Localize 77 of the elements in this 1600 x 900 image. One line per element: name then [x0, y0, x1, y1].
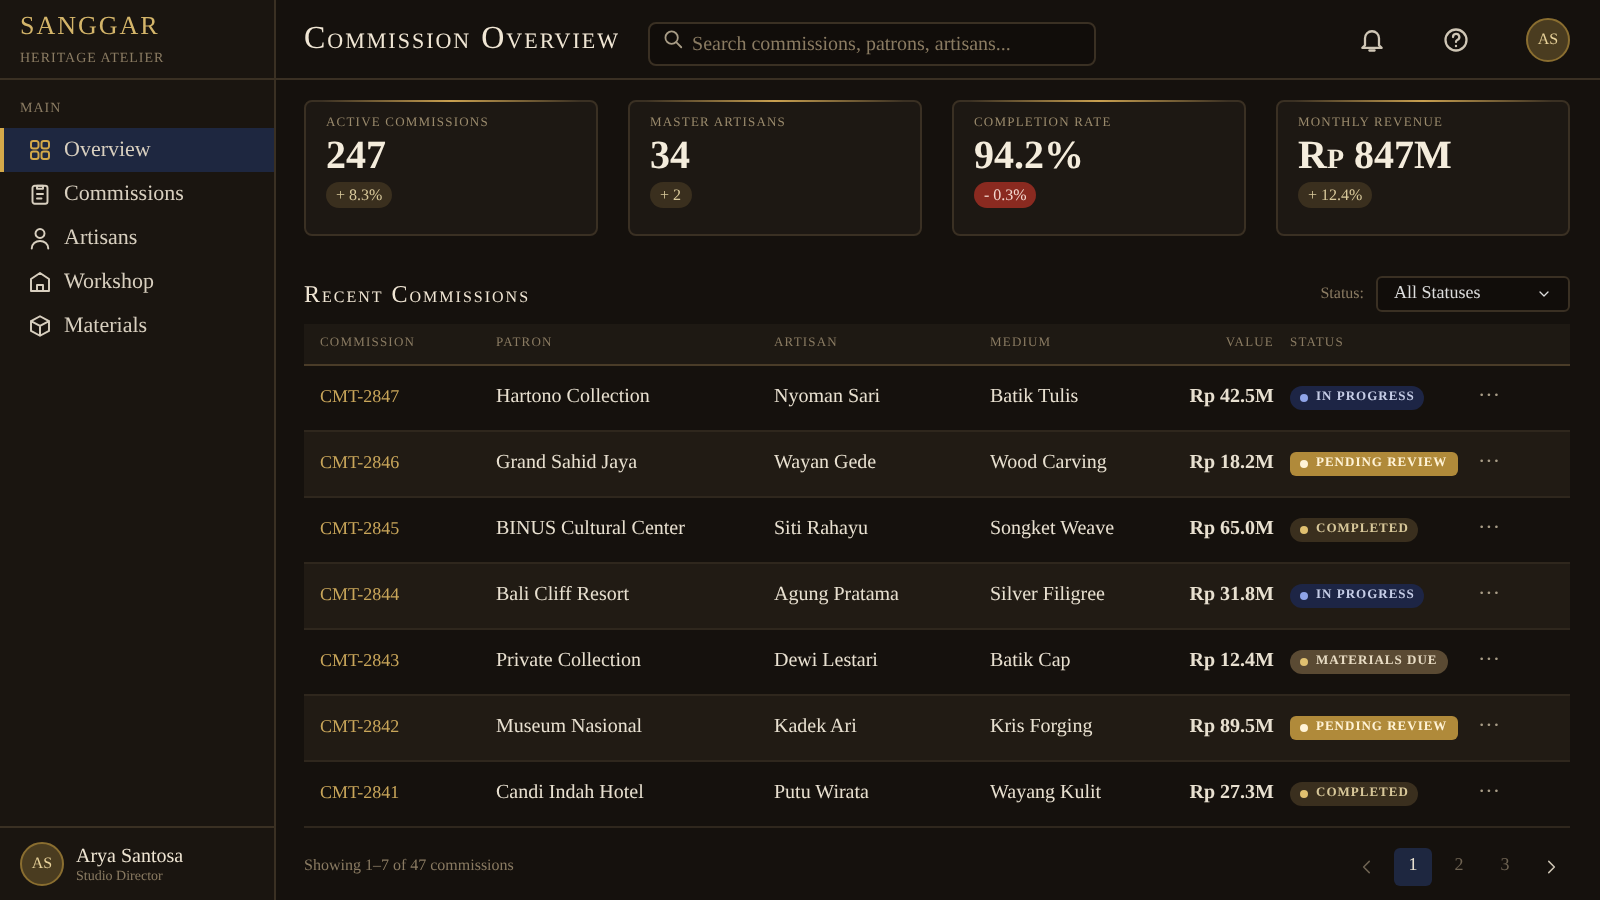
- commission-id[interactable]: CMT-2847: [320, 386, 400, 406]
- search-field[interactable]: Search commissions, patrons, artisans...: [648, 22, 1097, 66]
- chevron-left-icon: [1358, 857, 1376, 875]
- more-button[interactable]: ···: [1478, 716, 1500, 736]
- commission-id[interactable]: CMT-2846: [320, 452, 400, 472]
- table-cell: Kris Forging: [990, 716, 1093, 738]
- nav-item[interactable]: Commissions: [0, 172, 274, 216]
- table-cell: Wayan Gede: [774, 452, 877, 474]
- value-cell: Rp 31.8M: [1189, 584, 1274, 606]
- stat-value: 94.2%: [974, 132, 1084, 180]
- table-cell: Wood Carving: [990, 452, 1107, 474]
- table-cell: Candi Indah Hotel: [496, 782, 644, 804]
- section-title: Recent Commissions: [304, 278, 531, 312]
- value-cell: Rp 12.4M: [1189, 650, 1274, 672]
- grid-icon: [28, 138, 52, 162]
- value-cell: Rp 89.5M: [1189, 716, 1274, 738]
- table-cell: Dewi Lestari: [774, 650, 878, 672]
- notification-icon[interactable]: [1358, 25, 1386, 53]
- status-dropdown[interactable]: All Statuses: [1376, 276, 1570, 312]
- more-button[interactable]: ···: [1478, 452, 1500, 472]
- more-button[interactable]: ···: [1478, 782, 1500, 802]
- value-cell: Rp 18.2M: [1189, 452, 1274, 474]
- more-button[interactable]: ···: [1478, 650, 1500, 670]
- table-cell: Batik Cap: [990, 650, 1071, 672]
- nav-item[interactable]: Overview: [0, 128, 274, 172]
- value-cell: Rp 65.0M: [1189, 518, 1274, 540]
- search-icon: [662, 28, 685, 50]
- nav-item[interactable]: Artisans: [0, 216, 274, 260]
- stat-value: 247: [326, 132, 386, 180]
- value-cell: Rp 42.5M: [1189, 386, 1274, 408]
- more-button[interactable]: ···: [1478, 386, 1500, 406]
- commission-id[interactable]: CMT-2843: [320, 650, 400, 670]
- value-cell: Rp 27.3M: [1189, 782, 1274, 804]
- commission-id[interactable]: CMT-2842: [320, 716, 400, 736]
- table-cell: Private Collection: [496, 650, 641, 672]
- user-avatar: AS: [20, 842, 64, 886]
- table-cell: Wayang Kulit: [990, 782, 1102, 804]
- table-cell: Hartono Collection: [496, 386, 650, 408]
- table-cell: Museum Nasional: [496, 716, 643, 738]
- change-badge: + 12.4%: [1298, 182, 1373, 208]
- brand-name: SANGGAR: [20, 12, 160, 40]
- change-badge: + 8.3%: [326, 182, 393, 208]
- user-name: Arya Santosa: [76, 845, 184, 867]
- clipboard-icon: [28, 182, 52, 206]
- commission-id[interactable]: CMT-2845: [320, 518, 400, 538]
- pagination-summary: Showing 1–7 of 47 commissions: [304, 854, 514, 878]
- table-cell: Grand Sahid Jaya: [496, 452, 638, 474]
- stat-value: 34: [650, 132, 690, 180]
- table-cell: Siti Rahayu: [774, 518, 868, 540]
- table-cell: Kadek Ari: [774, 716, 857, 738]
- building-icon: [28, 270, 52, 294]
- help-icon[interactable]: [1442, 25, 1470, 53]
- person-icon: [28, 226, 52, 250]
- table-cell: Silver Filigree: [990, 584, 1105, 606]
- page-title: Commission Overview: [304, 19, 621, 59]
- commission-id[interactable]: CMT-2841: [320, 782, 400, 802]
- profile-avatar[interactable]: AS: [1526, 17, 1570, 61]
- table-cell: Bali Cliff Resort: [496, 584, 629, 606]
- table-cell: Songket Weave: [990, 518, 1115, 540]
- nav-item[interactable]: Materials: [0, 304, 274, 348]
- table-cell: Batik Tulis: [990, 386, 1079, 408]
- more-button[interactable]: ···: [1478, 584, 1500, 604]
- more-button[interactable]: ···: [1478, 518, 1500, 538]
- commission-id[interactable]: CMT-2844: [320, 584, 400, 604]
- table-cell: BINUS Cultural Center: [496, 518, 685, 540]
- nav-item[interactable]: Workshop: [0, 260, 274, 304]
- page-button[interactable]: 1: [1394, 847, 1432, 885]
- table-cell: Putu Wirata: [774, 782, 869, 804]
- table-cell: Nyoman Sari: [774, 386, 881, 408]
- change-badge: + 2: [650, 182, 692, 208]
- chevron-right-icon: [1542, 857, 1560, 875]
- stat-value: Rp 847M: [1298, 132, 1452, 180]
- filter-label: Status:: [1320, 282, 1364, 306]
- cube-icon: [28, 314, 52, 338]
- table-cell: Agung Pratama: [774, 584, 899, 606]
- change-badge: - 0.3%: [974, 182, 1037, 208]
- chevron-icon: [1536, 286, 1552, 302]
